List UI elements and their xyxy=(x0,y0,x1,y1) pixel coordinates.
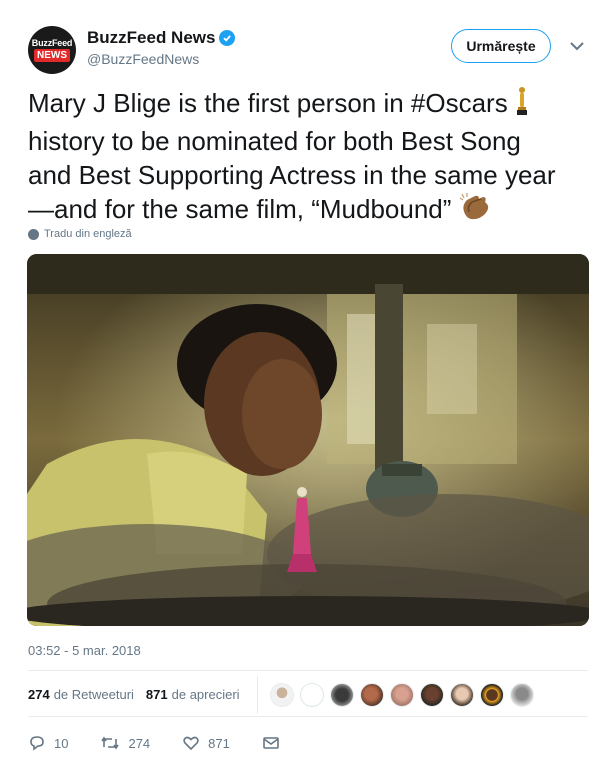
retweet-count: 274 xyxy=(128,735,151,751)
media-illustration xyxy=(27,254,589,626)
tweet-text-line: —and for the same film, “Mudbound” xyxy=(28,194,452,225)
clapping-hands-icon xyxy=(459,192,493,230)
translate-link[interactable]: Tradu din engleză xyxy=(28,228,132,240)
retweet-icon xyxy=(101,736,120,750)
tweet-text-line: Mary J Blige is the first person in #Osc… xyxy=(28,88,508,118)
verified-badge-icon xyxy=(219,30,236,46)
like-count: 871 xyxy=(208,735,230,751)
tweet-actions: 10 274 871 xyxy=(28,734,320,752)
tweet-stats: 274 de Retweeturi 871 de aprecieri xyxy=(28,687,240,702)
tweet-text-line: and Best Supporting Actress in the same … xyxy=(28,160,556,191)
liker-avatar[interactable] xyxy=(300,683,324,707)
follow-button[interactable]: Urmărește xyxy=(451,29,551,63)
avatar-logo-badge: NEWS xyxy=(34,49,70,62)
liker-avatar[interactable] xyxy=(510,683,534,707)
translate-label: Tradu din engleză xyxy=(44,228,132,240)
liker-avatar[interactable] xyxy=(360,683,384,707)
oscar-trophy-icon xyxy=(515,86,529,124)
divider xyxy=(28,670,588,671)
reply-count: 10 xyxy=(54,735,69,751)
envelope-icon xyxy=(263,737,279,749)
heart-icon xyxy=(183,736,199,751)
author-display-name[interactable]: BuzzFeed News xyxy=(87,28,215,48)
direct-message-button[interactable] xyxy=(262,735,288,751)
retweets-count[interactable]: 274 xyxy=(28,687,50,702)
liker-avatar[interactable] xyxy=(330,683,354,707)
liker-avatar[interactable] xyxy=(480,683,504,707)
retweet-button[interactable]: 274 xyxy=(100,734,150,752)
divider xyxy=(28,716,588,717)
likers-avatars xyxy=(257,676,540,714)
likes-label[interactable]: de aprecieri xyxy=(172,687,240,702)
liker-avatar[interactable] xyxy=(390,683,414,707)
avatar-logo-text: BuzzFeed xyxy=(31,38,73,48)
like-button[interactable]: 871 xyxy=(182,734,230,752)
reply-button[interactable]: 10 xyxy=(28,734,68,752)
author-avatar[interactable]: BuzzFeed NEWS xyxy=(28,26,76,74)
liker-avatar[interactable] xyxy=(450,683,474,707)
reply-icon xyxy=(30,736,44,751)
tweet-card: BuzzFeed NEWS BuzzFeed News @BuzzFeedNew… xyxy=(0,0,616,776)
likes-count[interactable]: 871 xyxy=(146,687,168,702)
globe-icon xyxy=(28,228,39,240)
tweet-text-line: history to be nominated for both Best So… xyxy=(28,126,521,157)
retweets-label[interactable]: de Retweeturi xyxy=(54,687,134,702)
tweet-timestamp[interactable]: 03:52 - 5 mar. 2018 xyxy=(28,643,141,658)
author-name-row[interactable]: BuzzFeed News xyxy=(87,28,236,48)
tweet-text: Mary J Blige is the first person in #Osc… xyxy=(28,86,598,230)
liker-avatar[interactable] xyxy=(420,683,444,707)
chevron-down-icon[interactable] xyxy=(569,40,585,52)
liker-avatar[interactable] xyxy=(270,683,294,707)
tweet-media-image[interactable] xyxy=(27,254,589,626)
author-handle[interactable]: @BuzzFeedNews xyxy=(87,51,199,67)
